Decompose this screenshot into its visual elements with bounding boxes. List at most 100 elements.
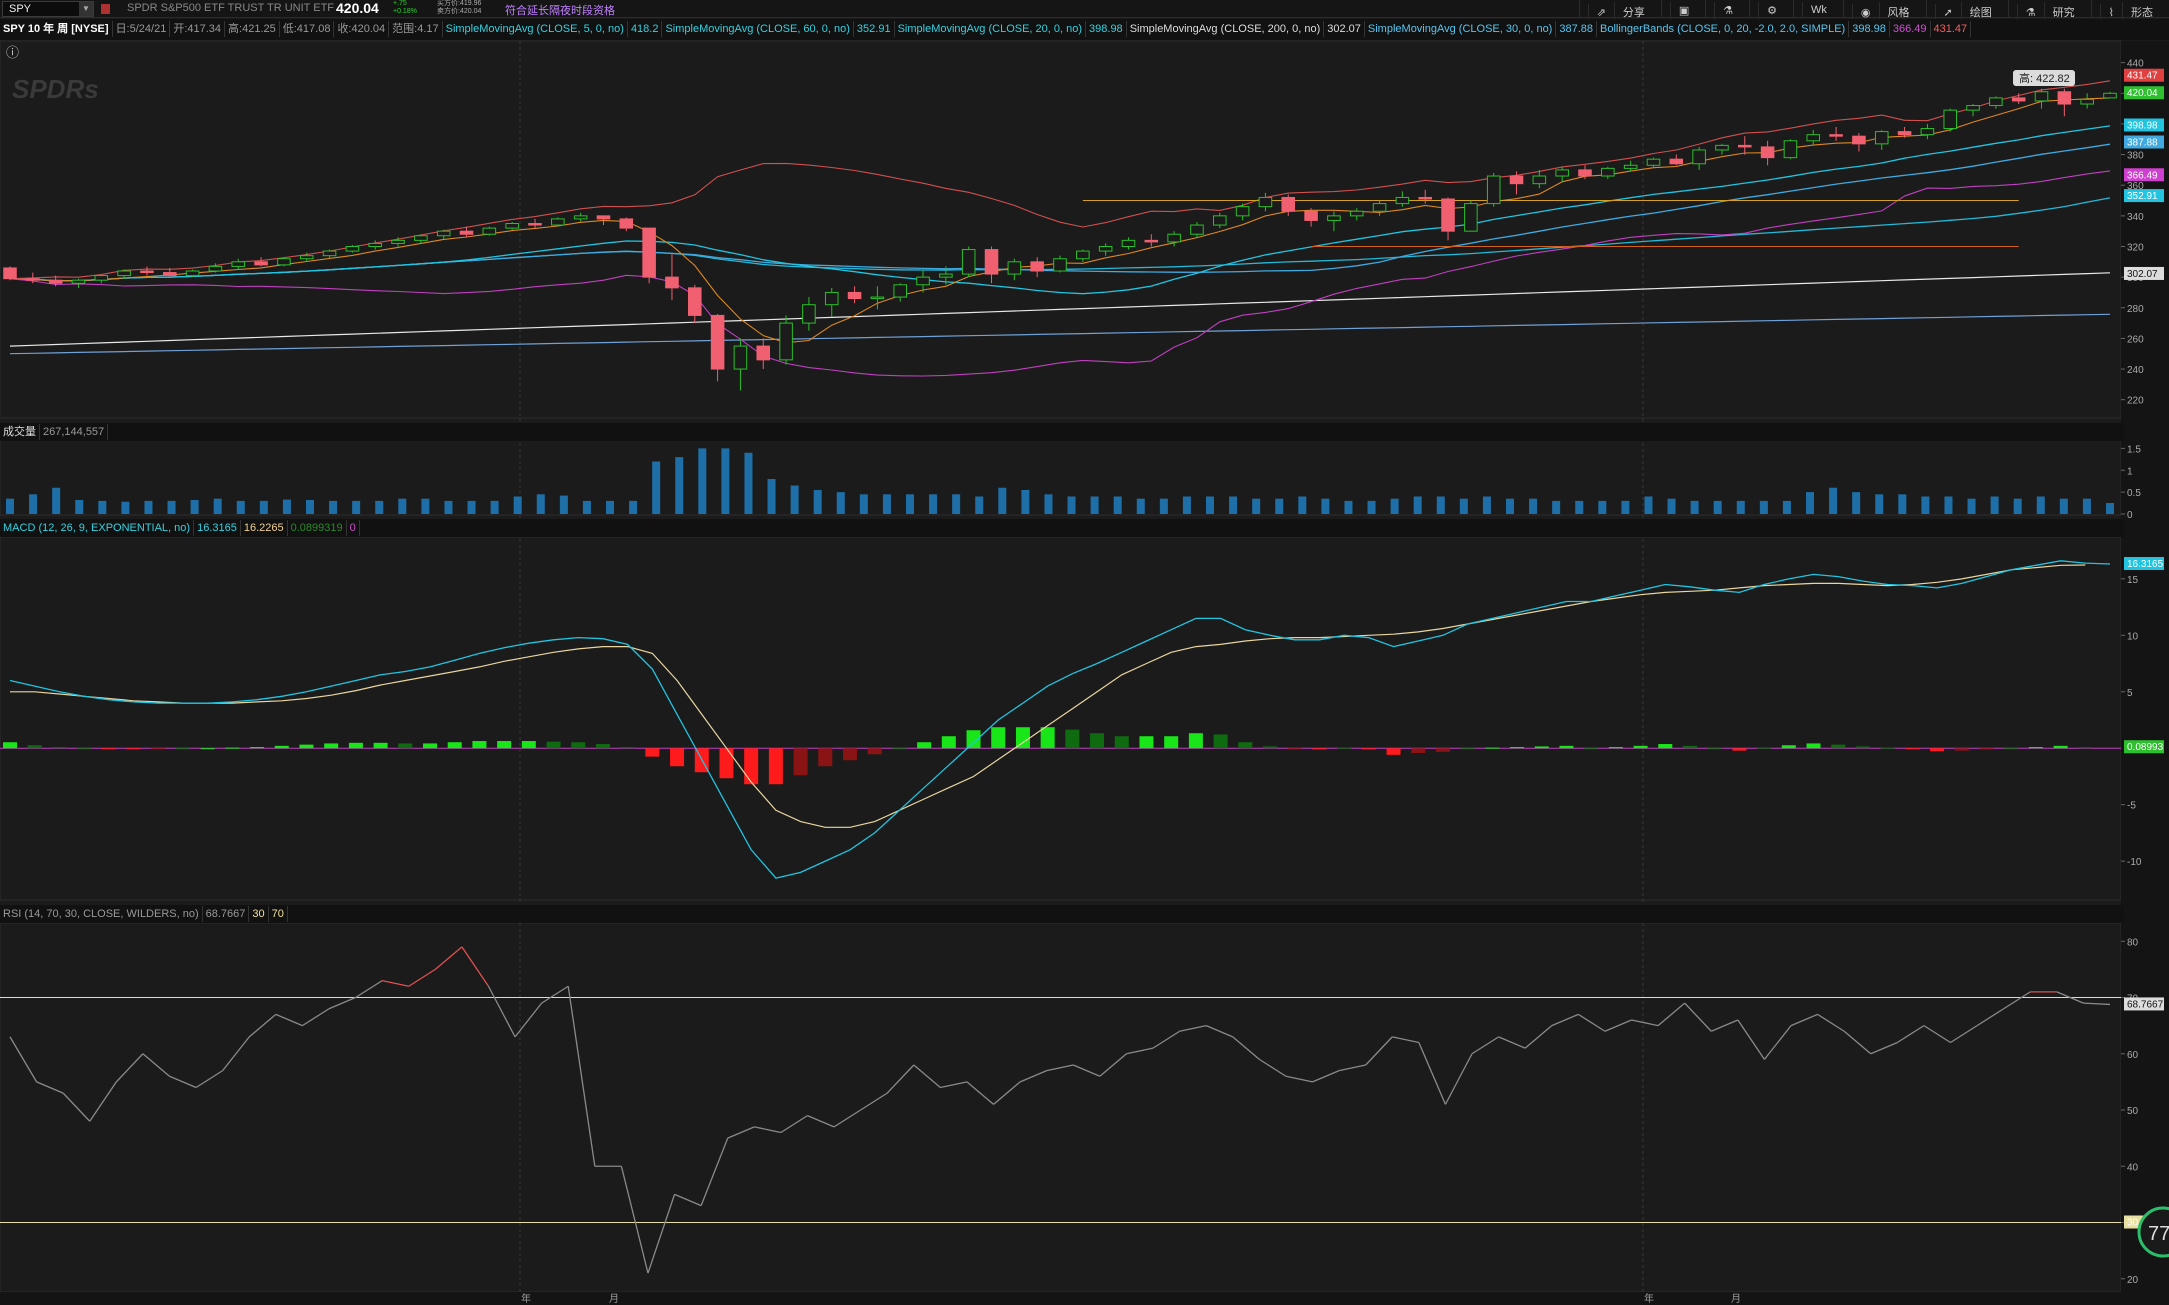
- macd-histogram-bar: [1707, 748, 1722, 750]
- chart-area[interactable]: 4404204003803603403203002802602402201.51…: [0, 0, 2169, 1305]
- bar-date: 日:5/24/21: [113, 21, 171, 37]
- rsi-segment: [9, 1036, 38, 1083]
- study-sma30[interactable]: SimpleMovingAvg (CLOSE, 30, 0, no): [1365, 21, 1557, 37]
- settings-button[interactable]: ⚙: [1749, 0, 1793, 19]
- macd-histogram-bar: [2004, 748, 2019, 750]
- price-axis-tick-label: 360: [2127, 181, 2144, 192]
- study-values-bar: SPY 10 年 周 [NYSE] 日:5/24/21 开:417.34 高:421.…: [0, 19, 2169, 40]
- volume-bar: [421, 498, 430, 514]
- study-sma20[interactable]: SimpleMovingAvg (CLOSE, 20, 0, no): [895, 21, 1087, 37]
- price-badge: [2124, 189, 2164, 203]
- snapshot-button[interactable]: ▣: [1660, 0, 1705, 19]
- volume-bar: [813, 489, 822, 514]
- rsi-segment: [567, 986, 596, 1167]
- candle-body: [1076, 250, 1090, 260]
- candle-body: [1532, 175, 1547, 185]
- macd-histogram-bar: [620, 747, 635, 749]
- volume-bar: [1990, 496, 1999, 514]
- macd-histogram-bar: [1263, 746, 1277, 749]
- macd-label[interactable]: MACD (12, 26, 9, EXPONENTIAL, no): [0, 520, 195, 536]
- macd-histogram-bar: [694, 748, 709, 773]
- study-sma200[interactable]: SimpleMovingAvg (CLOSE, 200, 0, no): [1127, 21, 1325, 37]
- symbol-selector[interactable]: SPY ▼: [2, 1, 94, 17]
- macd-histogram-bar: [1855, 746, 1870, 749]
- candle-body: [1943, 109, 1957, 130]
- rsi-segment: [1179, 1024, 1207, 1032]
- volume-bar: [1367, 500, 1376, 514]
- macd-histogram-bar: [793, 748, 808, 776]
- rsi-segment: [1338, 1064, 1366, 1072]
- bid-price: 买方价:419.96: [437, 0, 482, 7]
- bar-range: 范围:4.17: [389, 21, 443, 37]
- volume-bar: [213, 498, 222, 514]
- volume-label-bar: 成交量 267,144,557: [0, 423, 2124, 441]
- macd-avg: 16.2265: [241, 520, 288, 536]
- patterns-button[interactable]: ⌇ 形态: [2090, 0, 2169, 22]
- macd-histogram-bar: [1806, 743, 1821, 749]
- rsi-segment: [1019, 1070, 1047, 1083]
- candle-body: [1669, 158, 1684, 165]
- rsi-badge-text: 68.7667: [2127, 999, 2164, 1010]
- study-sma60[interactable]: SimpleMovingAvg (CLOSE, 60, 0, no): [662, 21, 854, 37]
- volume-bar: [1482, 496, 1491, 514]
- bar-low: 低:417.08: [280, 21, 335, 37]
- candle-body: [893, 284, 907, 298]
- candle-body: [2103, 92, 2117, 99]
- macd-histogram-bar: [892, 748, 907, 750]
- volume-bar: [1575, 500, 1584, 514]
- rsi-segment: [355, 980, 383, 999]
- candle-body: [414, 235, 428, 241]
- macd-histogram-bar: [1757, 747, 1772, 749]
- price-badge-text: 420.04: [2127, 88, 2158, 99]
- info-icon[interactable]: ⓘ: [6, 45, 19, 60]
- candle-body: [1213, 215, 1227, 226]
- volume-bar: [1829, 487, 1838, 514]
- volume-bar: [1252, 498, 1261, 514]
- volume-bar: [1852, 492, 1861, 514]
- macd-histogram-bar: [225, 747, 240, 749]
- rsi-segment: [2003, 991, 2031, 1010]
- candle-body: [733, 345, 748, 370]
- flag-icon: [101, 4, 110, 14]
- timeframe-button[interactable]: Wk: [1793, 0, 1843, 18]
- macd-axis-tick-label: -10: [2127, 857, 2142, 868]
- volume-bar: [675, 457, 684, 514]
- chat-bubble[interactable]: [2137, 1206, 2169, 1258]
- price-badge-text: 366.49: [2127, 170, 2158, 181]
- chart-title[interactable]: SPY 10 年 周 [NYSE]: [0, 21, 113, 37]
- price-badge: [2124, 68, 2164, 82]
- candle-body: [1053, 258, 1067, 272]
- volume-label[interactable]: 成交量: [0, 424, 40, 440]
- candle-body: [1258, 196, 1273, 208]
- volume-bar: [1067, 496, 1076, 514]
- candle-body: [1349, 210, 1364, 217]
- price-badge: [2124, 135, 2164, 149]
- drawing-button[interactable]: ➚ 绘图: [1925, 0, 2008, 22]
- candle-body: [824, 291, 839, 306]
- style-button[interactable]: ◉ 风格: [1842, 0, 1926, 22]
- x-axis-label-year-2: 年: [1644, 1292, 1654, 1305]
- chevron-down-icon[interactable]: ▼: [79, 2, 93, 16]
- rsi-segment: [1259, 1058, 1287, 1077]
- macd-line: [9, 560, 2111, 879]
- rsi-segment: [275, 1013, 303, 1027]
- candle-body: [1464, 203, 1478, 232]
- price-badge: [2124, 168, 2164, 182]
- macd-histogram-bar: [1905, 748, 1920, 750]
- flask-button[interactable]: ⚗: [1705, 0, 1749, 19]
- bid-ask: 买方价:419.96 卖方价:420.04: [437, 0, 481, 16]
- macd-histogram-bar: [175, 748, 190, 750]
- volume-bar: [444, 500, 453, 514]
- study-bollinger[interactable]: BollingerBands (CLOSE, 0, 20, -2.0, 2.0,…: [1597, 21, 1850, 37]
- rsi-segment: [461, 946, 490, 987]
- study-sma5[interactable]: SimpleMovingAvg (CLOSE, 5, 0, no): [443, 21, 628, 37]
- macd-histogram-bar: [2078, 747, 2093, 749]
- candle-body: [185, 270, 200, 277]
- share-button[interactable]: ⇗ 分享: [1578, 0, 1661, 22]
- rsi-segment: [2083, 1002, 2111, 1006]
- candle-body: [2011, 97, 2026, 102]
- volume-bar: [790, 485, 799, 514]
- rsi-label[interactable]: RSI (14, 70, 30, CLOSE, WILDERS, no): [0, 906, 203, 922]
- studies-button[interactable]: ⚗ 研究: [2007, 0, 2091, 22]
- volume-bar: [1413, 496, 1422, 514]
